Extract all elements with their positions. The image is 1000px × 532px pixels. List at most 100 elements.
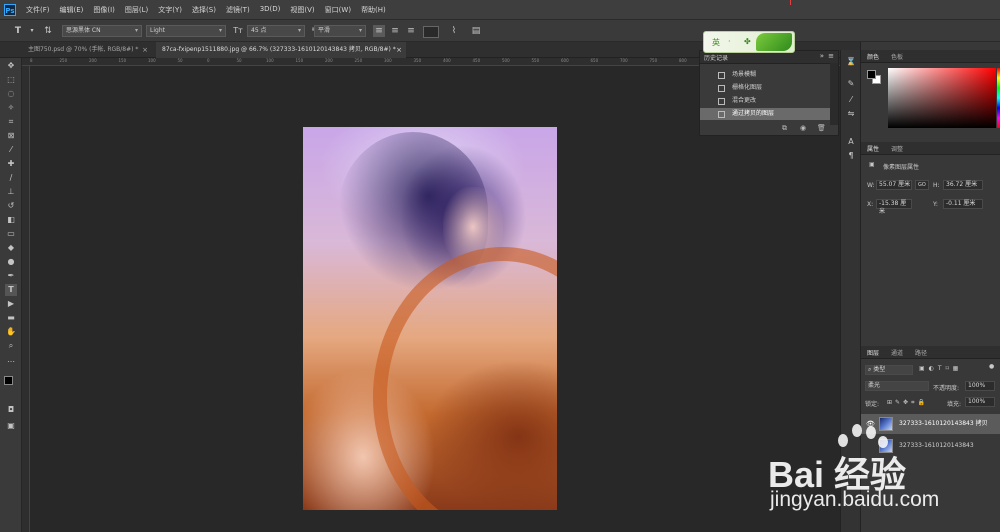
type-tool-icon[interactable]: T xyxy=(5,284,17,296)
fill-field[interactable]: 100% xyxy=(965,397,995,407)
crop-tool-icon[interactable]: ⌗ xyxy=(5,116,17,128)
layer-filter-icons[interactable]: ▣◐T⌑▦ xyxy=(919,365,962,372)
close-icon[interactable]: × xyxy=(142,42,148,58)
pen-tool-icon[interactable]: ✒ xyxy=(5,270,17,282)
tab-color[interactable]: 颜色 xyxy=(867,52,879,61)
color-picker-field[interactable] xyxy=(888,68,996,128)
adjustments-icon[interactable]: ⇋ xyxy=(846,108,856,120)
blend-mode-select[interactable]: 柔光 xyxy=(865,381,929,391)
eyedropper-tool-icon[interactable]: ⁄ xyxy=(5,144,17,156)
menu-select[interactable]: 选择(S) xyxy=(192,5,216,15)
opacity-field[interactable]: 100% xyxy=(965,381,995,391)
tab-main-psd[interactable]: 主图750.psd @ 70% (手帐, RGB/8#) * × xyxy=(22,42,152,58)
tab-swatches[interactable]: 色板 xyxy=(891,52,903,61)
ime-language-label[interactable]: 英 xyxy=(712,37,720,48)
menu-help[interactable]: 帮助(H) xyxy=(361,5,386,15)
ime-skin-icon[interactable]: ✤ xyxy=(744,37,751,46)
layer-filter-select[interactable]: ⌕ 类型 xyxy=(865,365,913,375)
tab-paths[interactable]: 路径 xyxy=(915,348,927,357)
tab-adjustments[interactable]: 调整 xyxy=(891,144,903,153)
frame-tool-icon[interactable]: ⊠ xyxy=(5,130,17,142)
menu-type[interactable]: 文字(Y) xyxy=(158,5,182,15)
delete-icon[interactable]: 🗑 xyxy=(817,124,826,132)
screen-mode-icon[interactable]: ▣ xyxy=(5,420,17,432)
tool-preset-chevron-icon[interactable]: ▾ xyxy=(26,25,38,37)
history-item[interactable]: 场景模糊 xyxy=(700,69,830,81)
text-color-swatch[interactable] xyxy=(423,26,439,38)
menu-layer[interactable]: 图层(L) xyxy=(125,5,148,15)
menu-edit[interactable]: 编辑(E) xyxy=(60,5,84,15)
marquee-tool-icon[interactable]: ⬚ xyxy=(5,74,17,86)
zoom-tool-icon[interactable]: ⌕ xyxy=(5,340,17,352)
ruler-tick-label: 500 xyxy=(502,58,510,63)
history-item[interactable]: 混合更改 xyxy=(700,95,830,107)
move-tool-icon[interactable]: ✥ xyxy=(5,60,17,72)
close-icon[interactable]: × xyxy=(396,42,402,58)
brush-settings-icon[interactable]: ✎ xyxy=(846,78,856,90)
collapse-icon[interactable]: » xyxy=(820,52,824,60)
align-center-icon[interactable]: ≡ xyxy=(389,25,401,37)
warp-text-icon[interactable]: ⌇ xyxy=(448,25,460,37)
magic-wand-tool-icon[interactable]: ✧ xyxy=(5,102,17,114)
healing-brush-tool-icon[interactable]: ✚ xyxy=(5,158,17,170)
menu-window[interactable]: 窗口(W) xyxy=(325,5,351,15)
tab-properties[interactable]: 属性 xyxy=(867,144,879,153)
history-scrollbar[interactable] xyxy=(830,63,838,125)
menu-image[interactable]: 图像(I) xyxy=(93,5,115,15)
lock-icons[interactable]: ⊞✎✥⌗🔒 xyxy=(887,399,928,407)
align-right-icon[interactable]: ≡ xyxy=(405,25,417,37)
character-panel-icon[interactable]: ▤ xyxy=(470,25,482,37)
tab-active-jpg[interactable]: 87ca-fxipenp1511880.jpg @ 66.7% (327333-… xyxy=(156,42,406,58)
toggle-text-orientation-icon[interactable]: ⇅ xyxy=(42,25,54,37)
ime-toolbar[interactable]: 英 · ✤ xyxy=(703,31,795,53)
menu-file[interactable]: 文件(F) xyxy=(26,5,50,15)
menu-list: 文件(F) 编辑(E) 图像(I) 图层(L) 文字(Y) 选择(S) 滤镜(T… xyxy=(26,5,396,15)
gradient-tool-icon[interactable]: ▭ xyxy=(5,228,17,240)
menu-3d[interactable]: 3D(D) xyxy=(260,5,281,15)
antialias-select[interactable]: 平滑 xyxy=(314,25,366,37)
tab-layers[interactable]: 图层 xyxy=(867,348,879,357)
y-field[interactable]: -0.11 厘米 xyxy=(943,199,983,209)
foreground-color-swatch[interactable] xyxy=(4,376,13,385)
document-image[interactable] xyxy=(303,127,557,510)
link-dimensions-button[interactable]: GO xyxy=(915,180,929,190)
font-family-select[interactable]: 思源黑体 CN xyxy=(62,25,142,37)
history-brush-tool-icon[interactable]: ↺ xyxy=(5,200,17,212)
tab-channels[interactable]: 通道 xyxy=(891,348,903,357)
type-tool-icon[interactable]: T xyxy=(12,25,24,37)
lasso-tool-icon[interactable]: ◌ xyxy=(5,88,17,100)
clone-stamp-tool-icon[interactable]: ⊥ xyxy=(5,186,17,198)
menu-filter[interactable]: 滤镜(T) xyxy=(226,5,250,15)
brushes-icon[interactable]: ⁄ xyxy=(846,94,856,106)
menu-view[interactable]: 视图(V) xyxy=(290,5,314,15)
character-icon[interactable]: A xyxy=(846,136,856,148)
path-selection-tool-icon[interactable]: ▶ xyxy=(5,298,17,310)
quick-mask-icon[interactable]: ◘ xyxy=(5,404,17,416)
history-item[interactable]: 栅格化图层 xyxy=(700,82,830,94)
font-size-select[interactable]: 45 点 xyxy=(247,25,305,37)
hand-tool-icon[interactable]: ✋ xyxy=(5,326,17,338)
history-panel-icon[interactable]: ⌛ xyxy=(846,56,856,68)
panel-menu-icon[interactable]: ≡ xyxy=(828,52,834,60)
history-item-selected[interactable]: 通过拷贝的图层 xyxy=(700,108,830,120)
new-document-from-state-icon[interactable]: ⧉ xyxy=(782,124,787,133)
width-field[interactable]: 55.07 厘米 xyxy=(876,180,912,190)
x-field[interactable]: -15.38 厘米 xyxy=(876,199,912,215)
brush-tool-icon[interactable]: ∕ xyxy=(5,172,17,184)
height-field[interactable]: 36.72 厘米 xyxy=(943,180,983,190)
font-style-select[interactable]: Light xyxy=(146,25,226,37)
filter-toggle-icon[interactable]: ● xyxy=(989,363,994,370)
dodge-tool-icon[interactable]: ● xyxy=(5,256,17,268)
ruler-tick-label: 150 xyxy=(118,58,127,63)
blur-tool-icon[interactable]: ◆ xyxy=(5,242,17,254)
x-label: X: xyxy=(867,201,874,208)
eraser-tool-icon[interactable]: ◧ xyxy=(5,214,17,226)
more-tools-icon[interactable]: ⋯ xyxy=(5,356,17,368)
rectangle-tool-icon[interactable]: ▬ xyxy=(5,312,17,324)
paragraph-icon[interactable]: ¶ xyxy=(846,150,856,162)
color-foreground-swatch[interactable] xyxy=(867,70,876,79)
new-snapshot-icon[interactable]: ◉ xyxy=(800,124,806,132)
align-left-icon[interactable]: ≡ xyxy=(373,25,385,37)
ime-punctuation-icon[interactable]: · xyxy=(728,37,731,46)
height-label: H: xyxy=(933,182,940,189)
